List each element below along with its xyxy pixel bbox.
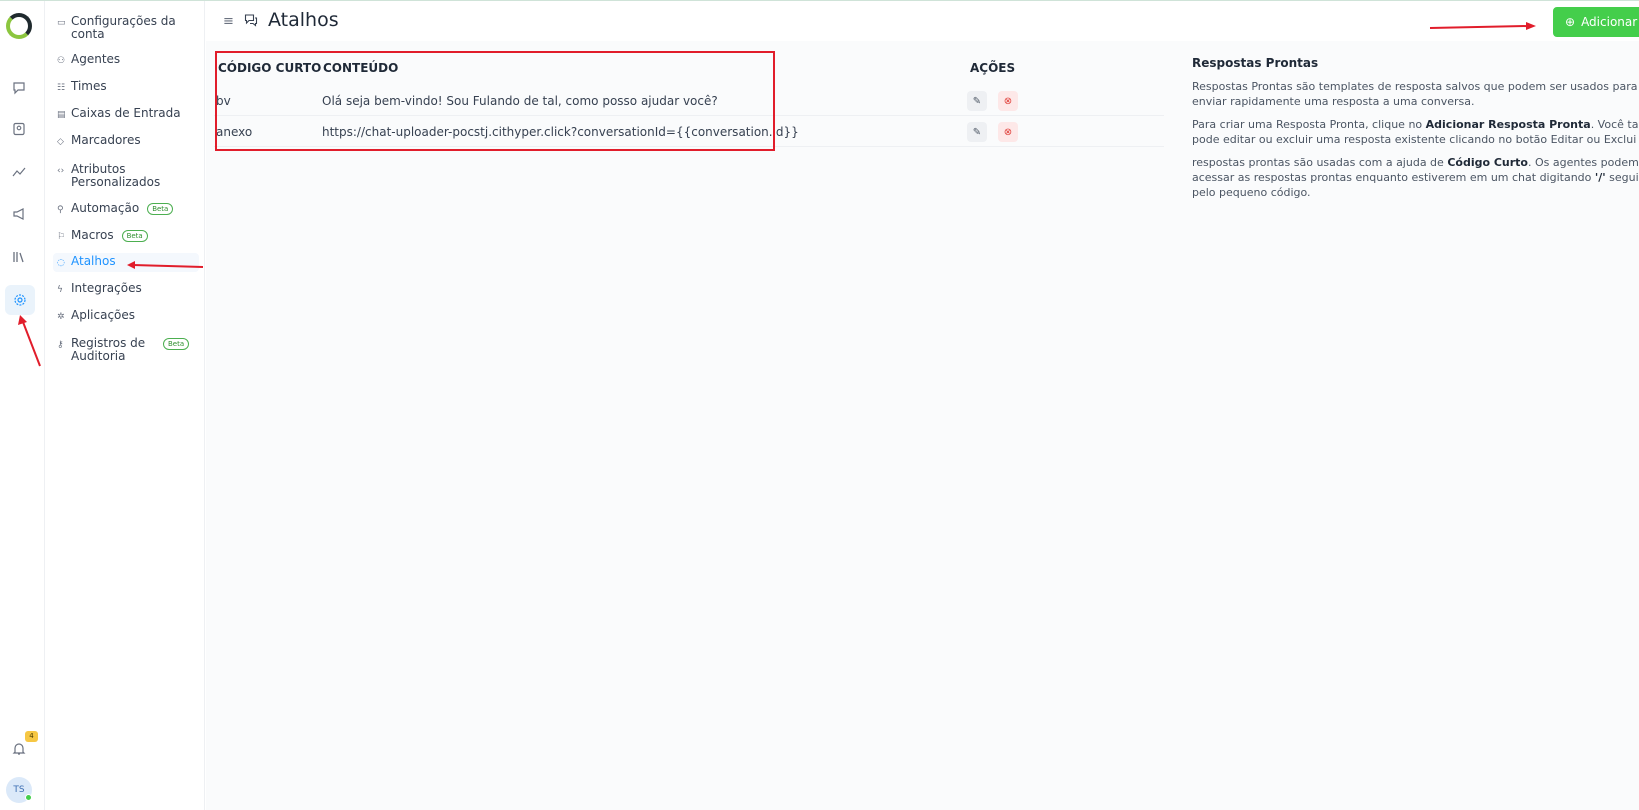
sidebar-item-labels[interactable]: ◇ Marcadores [53,132,199,151]
row-content: https://chat-uploader-pocstj.cithyper.cl… [322,125,799,139]
sidebar-item-label: Atributos Personalizados [71,162,161,189]
app-window: 4 TS ▭ Configurações da conta ⚇ Agentes … [0,0,1639,810]
sidebar-item-label: Macros [71,228,114,242]
delete-circle-icon[interactable]: ⊗ [998,91,1018,111]
help-text-bold: Adicionar Resposta Pronta [1425,118,1591,131]
column-header-actions: AÇÕES [970,61,1016,75]
sidebar-item-account-settings[interactable]: ▭ Configurações da conta [53,13,199,43]
help-text: pode editar ou excluir uma resposta exis… [1192,133,1637,146]
library-icon[interactable] [9,247,29,267]
page-title: Atalhos [268,9,339,31]
sidebar-item-custom-attributes[interactable]: ‹› Atributos Personalizados [53,161,199,191]
help-title: Respostas Prontas [1192,56,1319,70]
table-row: bv Olá seja bem-vindo! Sou Fulando de ta… [214,86,1164,116]
help-text: segui [1605,171,1639,184]
help-text: Respostas Prontas são templates de respo… [1192,80,1638,93]
settings-sidebar: ▭ Configurações da conta ⚇ Agentes ☷ Tim… [45,1,205,810]
help-text: respostas prontas são usadas com a ajuda… [1192,156,1448,169]
help-text: pelo pequeno código. [1192,186,1311,199]
sidebar-item-label: Agentes [71,52,121,66]
primary-nav-rail: 4 TS [0,1,45,810]
brand-logo[interactable] [6,13,32,39]
page-header: ≡ Atalhos ⊕ Adicionar [206,1,1639,41]
help-text: enviar rapidamente uma resposta a uma co… [1192,95,1475,108]
campaigns-icon[interactable] [9,204,29,224]
key-icon: ⚷ [57,340,64,350]
help-panel: Respostas Prontas Respostas Prontas são … [1192,56,1639,208]
briefcase-icon: ▭ [57,18,66,28]
code-icon: ‹› [57,166,65,176]
add-button-label: Adicionar [1581,15,1638,29]
chat-icon: ◌ [57,258,65,268]
row-code: anexo [216,125,253,139]
sidebar-item-label: Atalhos [71,254,116,268]
reports-icon[interactable] [9,161,29,181]
plug-icon: ϟ [57,285,63,295]
column-header-content: CONTEÚDO [323,61,399,75]
help-text: Para criar uma Resposta Pronta, clique n… [1192,118,1426,131]
help-paragraph-3: respostas prontas são usadas com a ajuda… [1192,155,1639,200]
team-icon: ☷ [57,83,66,93]
help-paragraph-2: Para criar uma Resposta Pronta, clique n… [1192,117,1639,147]
edit-pencil-icon[interactable]: ✎ [967,91,987,111]
people-icon: ⚇ [57,56,66,66]
apps-icon: ✲ [57,312,65,322]
sidebar-item-label: Automação [71,201,140,215]
delete-circle-icon[interactable]: ⊗ [998,122,1018,142]
sidebar-item-audit-logs[interactable]: ⚷ Registros de Auditoria Beta [53,335,199,365]
column-header-code: CÓDIGO CURTO [218,61,322,75]
sidebar-item-integrations[interactable]: ϟ Integrações [53,280,199,299]
sidebar-item-shortcuts[interactable]: ◌ Atalhos [53,253,199,272]
sidebar-item-agents[interactable]: ⚇ Agentes [53,51,199,70]
table-row: anexo https://chat-uploader-pocstj.cithy… [214,117,1164,147]
help-text: . Você tamb [1590,118,1639,131]
help-text: acessar as respostas prontas enquanto es… [1192,171,1595,184]
conversations-icon[interactable] [9,78,29,98]
settings-icon[interactable] [5,285,35,315]
sidebar-item-label: Aplicações [71,308,136,322]
sidebar-item-label: Registros de Auditoria [71,336,146,363]
sidebar-item-label: Integrações [71,281,142,295]
sidebar-item-label: Times [71,79,107,93]
beta-badge: Beta [147,203,174,215]
help-text-bold: '/' [1594,171,1606,184]
sidebar-item-label: Caixas de Entrada [71,106,181,120]
notification-count-badge: 4 [25,731,38,742]
sidebar-item-label: Marcadores [71,133,141,147]
edit-pencil-icon[interactable]: ✎ [967,122,987,142]
sidebar-item-automation[interactable]: ⚲ Automação Beta [53,200,199,219]
macro-icon: ⚐ [57,232,66,242]
sidebar-item-applications[interactable]: ✲ Aplicações [53,307,199,326]
online-status-dot [25,794,32,801]
chat-bubbles-icon [244,13,258,31]
inbox-icon: ▤ [57,110,66,120]
sidebar-item-label: Configurações da conta [71,14,176,41]
row-code: bv [216,94,231,108]
help-text-bold: Código Curto [1447,156,1528,169]
sidebar-item-macros[interactable]: ⚐ Macros Beta [53,227,199,246]
help-paragraph-1: Respostas Prontas são templates de respo… [1192,79,1639,109]
notifications-bell-icon[interactable] [9,739,29,759]
plus-circle-icon: ⊕ [1565,15,1576,29]
sidebar-item-teams[interactable]: ☷ Times [53,78,199,97]
menu-toggle-icon[interactable]: ≡ [223,14,234,29]
beta-badge: Beta [121,230,148,242]
sidebar-item-inboxes[interactable]: ▤ Caixas de Entrada [53,105,199,124]
beta-badge: Beta [163,338,190,350]
automation-icon: ⚲ [57,205,64,215]
tag-icon: ◇ [57,137,64,147]
main-content: ≡ Atalhos ⊕ Adicionar CÓDIGO CURTO CONTE… [206,1,1639,810]
help-text: . Os agentes podem [1528,156,1639,169]
add-canned-response-button[interactable]: ⊕ Adicionar [1553,7,1639,37]
row-content: Olá seja bem-vindo! Sou Fulando de tal, … [322,94,718,108]
contacts-icon[interactable] [9,119,29,139]
